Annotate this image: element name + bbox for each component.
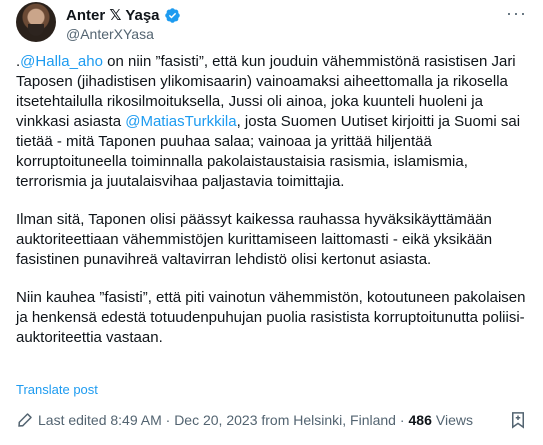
tweet-paragraph-2: Ilman sitä, Taponen olisi päässyt kaikes… — [16, 211, 493, 268]
edit-pencil-icon[interactable] — [16, 411, 34, 429]
more-icon[interactable]: ··· — [506, 4, 527, 22]
mention-matias-turkkila[interactable]: @MatiasTurkkila — [125, 113, 236, 130]
views-count: 486 — [408, 412, 432, 428]
views-label: Views — [435, 412, 473, 428]
mention-halla-aho[interactable]: @Halla_aho — [20, 53, 103, 70]
author-handle[interactable]: @AnterXYasa — [66, 26, 154, 42]
tweet-meta: Last edited 8:49 AM · Dec 20, 2023 from … — [16, 411, 473, 429]
author-name[interactable]: Anter 𝕏 Yaşa — [66, 6, 160, 24]
verified-badge-icon[interactable] — [164, 7, 181, 24]
translate-post-link[interactable]: Translate post — [16, 382, 98, 397]
bookmark-icon[interactable] — [509, 410, 527, 430]
tweet-paragraph-3: Niin kauhea ”fasisti”, että piti vainotu… — [16, 289, 526, 346]
author-avatar[interactable] — [16, 2, 56, 42]
tweet-paragraph-1: .@Halla_aho on niin ”fasisti”, että kun … — [16, 52, 531, 192]
edited-timestamp[interactable]: Last edited 8:49 AM · Dec 20, 2023 from … — [38, 412, 405, 428]
tweet-body: .@Halla_aho on niin ”fasisti”, että kun … — [16, 52, 531, 366]
author-name-row: Anter 𝕏 Yaşa — [66, 6, 181, 24]
